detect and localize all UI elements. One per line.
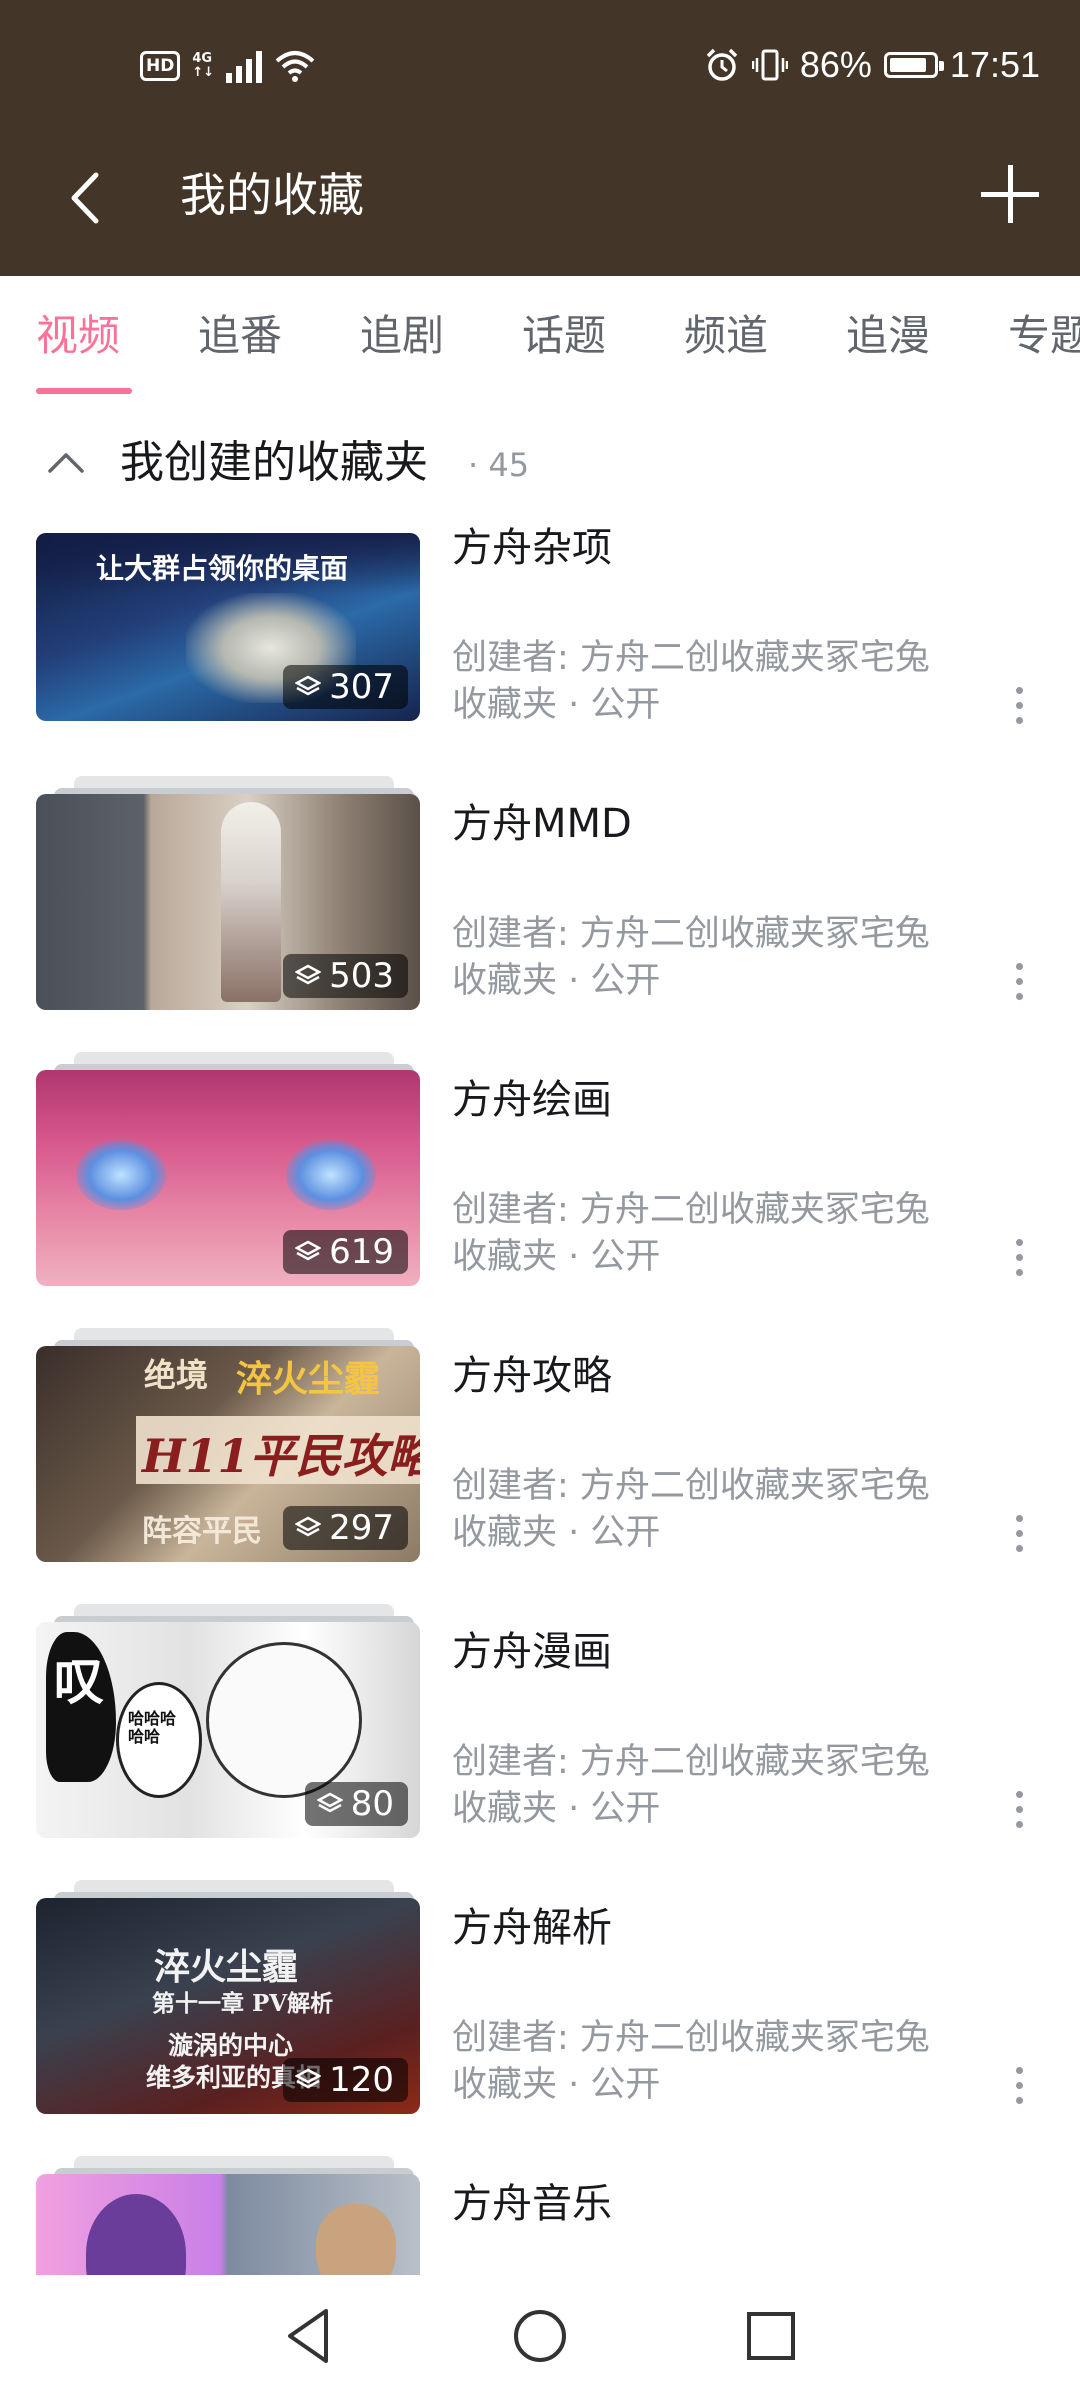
hd-voice-icon: HD xyxy=(140,51,181,81)
tab-special[interactable]: 专题 xyxy=(1008,310,1080,362)
nav-recents-icon[interactable] xyxy=(738,2303,804,2369)
battery-percent: 86% xyxy=(799,44,872,85)
folder-visibility: 收藏夹 · 公开 xyxy=(452,685,661,725)
add-folder-button[interactable] xyxy=(970,154,1050,234)
video-count-badge: 120 xyxy=(283,2058,408,2102)
folder-item[interactable]: 淬火尘霾 第十一章 PV解析 漩涡的中心 维多利亚的真相 120 方舟解析 创建… xyxy=(0,1880,1080,2156)
folder-visibility: 收藏夹 · 公开 xyxy=(452,1237,661,1277)
folder-creator: 创建者: 方舟二创收藏夹冢宅兔 xyxy=(452,914,930,954)
folder-title: 方舟漫画 xyxy=(452,1629,612,1675)
signal-strength-icon xyxy=(226,49,263,83)
section-title: 我创建的收藏夹 xyxy=(120,437,428,488)
folder-title: 方舟杂项 xyxy=(452,525,612,571)
folder-title: 方舟攻略 xyxy=(452,1353,612,1399)
more-options-button[interactable] xyxy=(1002,1779,1036,1839)
folder-visibility: 收藏夹 · 公开 xyxy=(452,1513,661,1553)
more-options-button[interactable] xyxy=(1002,675,1036,735)
layers-icon xyxy=(316,1792,343,1813)
folder-title: 方舟MMD xyxy=(452,801,632,847)
layers-icon xyxy=(295,964,322,985)
folder-title: 方舟解析 xyxy=(452,1905,612,1951)
folder-item[interactable]: 方舟音乐 xyxy=(0,2156,1080,2275)
folder-cover: 淬火尘霾 第十一章 PV解析 漩涡的中心 维多利亚的真相 120 xyxy=(36,1898,420,2114)
title-bar: 我的收藏 xyxy=(0,130,1080,276)
status-bar: HD 4G ↑↓ 86% 17:51 xyxy=(0,0,1080,130)
layers-icon xyxy=(295,675,322,696)
folder-visibility: 收藏夹 · 公开 xyxy=(452,2065,661,2105)
more-options-button[interactable] xyxy=(1002,1503,1036,1563)
layers-icon xyxy=(295,2068,322,2089)
folder-cover: 503 xyxy=(36,794,420,1010)
video-count-badge: 307 xyxy=(283,665,408,709)
layers-icon xyxy=(295,1240,322,1261)
nav-back-icon[interactable] xyxy=(276,2303,342,2369)
folder-item[interactable]: 绝境 淬火尘霾 H11平民攻略 阵容平民 297 方舟攻略 创建者: 方舟二创收… xyxy=(0,1328,1080,1604)
folder-list: 让大群占领你的桌面 307 方舟杂项 创建者: 方舟二创收藏夹冢宅兔 收藏夹 ·… xyxy=(0,505,1080,2275)
created-folders-header[interactable]: 我创建的收藏夹 · 45 xyxy=(0,425,1080,505)
layers-icon xyxy=(295,1516,322,1537)
folder-item[interactable]: 叹 哈哈哈哈哈 80 方舟漫画 创建者: 方舟二创收藏夹冢宅兔 收藏夹 · 公开 xyxy=(0,1604,1080,1880)
folder-visibility: 收藏夹 · 公开 xyxy=(452,1789,661,1829)
more-options-button[interactable] xyxy=(1002,1227,1036,1287)
tab-channel[interactable]: 频道 xyxy=(684,310,768,362)
tab-drama[interactable]: 追剧 xyxy=(360,310,444,362)
video-count-badge: 297 xyxy=(283,1506,408,1550)
active-tab-indicator xyxy=(36,388,132,394)
folder-creator: 创建者: 方舟二创收藏夹冢宅兔 xyxy=(452,1190,930,1230)
folder-cover: 叹 哈哈哈哈哈 80 xyxy=(36,1622,420,1838)
folder-cover: 让大群占领你的桌面 307 xyxy=(36,533,420,721)
video-count-badge: 503 xyxy=(283,954,408,998)
folder-creator: 创建者: 方舟二创收藏夹冢宅兔 xyxy=(452,2018,930,2058)
folder-item[interactable]: 让大群占领你的桌面 307 方舟杂项 创建者: 方舟二创收藏夹冢宅兔 收藏夹 ·… xyxy=(0,505,1080,776)
folder-creator: 创建者: 方舟二创收藏夹冢宅兔 xyxy=(452,638,930,678)
wifi-icon xyxy=(275,51,315,82)
folder-creator: 创建者: 方舟二创收藏夹冢宅兔 xyxy=(452,1742,930,1782)
folder-cover: 绝境 淬火尘霾 H11平民攻略 阵容平民 297 xyxy=(36,1346,420,1562)
folder-cover: 619 xyxy=(36,1070,420,1286)
folder-item[interactable]: 503 方舟MMD 创建者: 方舟二创收藏夹冢宅兔 收藏夹 · 公开 xyxy=(0,776,1080,1052)
clock: 17:51 xyxy=(949,44,1040,85)
back-button[interactable] xyxy=(50,158,120,238)
folder-visibility: 收藏夹 · 公开 xyxy=(452,961,661,1001)
network-type-icon: 4G ↑↓ xyxy=(192,51,215,80)
page-title: 我的收藏 xyxy=(180,168,364,222)
more-options-button[interactable] xyxy=(1002,951,1036,1011)
more-options-button[interactable] xyxy=(1002,2055,1036,2115)
tab-comic[interactable]: 追漫 xyxy=(846,310,930,362)
folder-title: 方舟音乐 xyxy=(452,2181,612,2227)
alarm-icon xyxy=(706,48,738,81)
tab-topic[interactable]: 话题 xyxy=(522,310,606,362)
video-count-badge: 619 xyxy=(283,1230,408,1274)
battery-icon xyxy=(883,52,944,78)
section-count: · 45 xyxy=(468,446,530,484)
folder-item[interactable]: 619 方舟绘画 创建者: 方舟二创收藏夹冢宅兔 收藏夹 · 公开 xyxy=(0,1052,1080,1328)
folder-creator: 创建者: 方舟二创收藏夹冢宅兔 xyxy=(452,1466,930,1506)
tab-bangumi[interactable]: 追番 xyxy=(198,310,282,362)
tab-video[interactable]: 视频 xyxy=(36,310,120,362)
video-count-badge: 80 xyxy=(304,1782,408,1826)
chevron-left-icon xyxy=(71,172,99,224)
folder-title: 方舟绘画 xyxy=(452,1077,612,1123)
vibrate-icon xyxy=(751,49,788,81)
app-header: HD 4G ↑↓ 86% 17:51 我的收藏 xyxy=(0,0,1080,276)
folder-cover xyxy=(36,2174,420,2275)
system-navigation-bar xyxy=(0,2275,1080,2400)
chevron-up-icon[interactable] xyxy=(46,443,86,483)
nav-home-icon[interactable] xyxy=(507,2303,573,2369)
category-tabs: 视频 追番 追剧 话题 频道 追漫 专题 xyxy=(0,276,1080,396)
